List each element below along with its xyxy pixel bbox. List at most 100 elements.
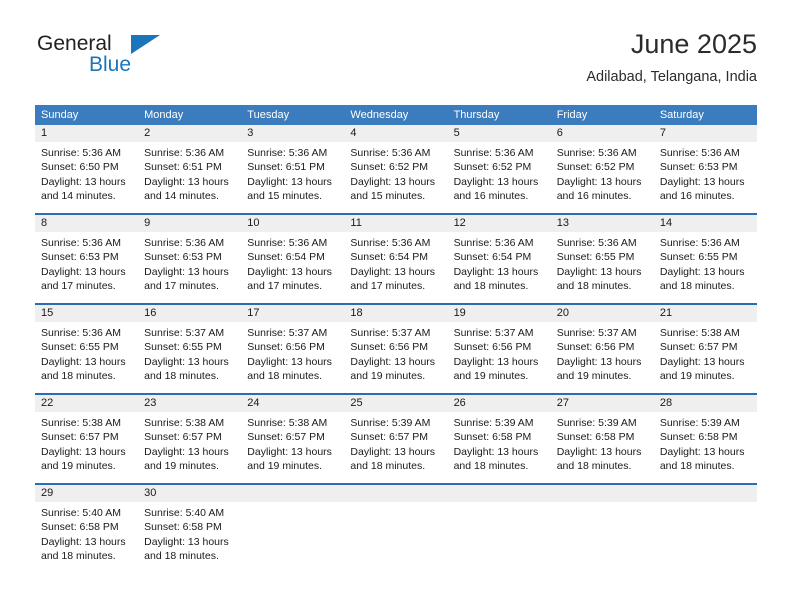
daylight-text-line1: Daylight: 13 hours xyxy=(556,265,642,278)
sunrise-text: Sunrise: 5:39 AM xyxy=(659,417,740,429)
day-number-26[interactable]: 26 xyxy=(448,395,551,412)
day-number-3[interactable]: 3 xyxy=(241,125,344,142)
day-cell-16[interactable]: Sunrise: 5:37 AM Sunset: 6:55 PM Daylight:… xyxy=(138,322,241,393)
sunrise-text: Sunrise: 5:36 AM xyxy=(41,327,121,339)
week-date-number-band: 1234567 xyxy=(35,125,757,142)
day-number-5[interactable]: 5 xyxy=(448,125,551,142)
day-cell-4[interactable]: Sunrise: 5:36 AM Sunset: 6:52 PM Daylight:… xyxy=(344,142,447,213)
calendar-week-row: 8 9 10 11 12 13 14 Sunrise: 5:36 AM Sunset: 6:53… xyxy=(35,213,757,303)
day-cell-10[interactable]: Sunrise: 5:36 AM Sunset: 6:54 PM Daylight:… xyxy=(241,232,344,303)
daylight-text-line2: and 19 minutes. xyxy=(247,460,322,473)
day-cell-1[interactable]: Sunrise: 5:36 AM Sunset: 6:50 PM Daylight:… xyxy=(35,142,138,213)
day-cell-11[interactable]: Sunrise: 5:36 AM Sunset: 6:54 PM Daylight:… xyxy=(344,232,447,303)
day-cell-19[interactable]: Sunrise: 5:37 AM Sunset: 6:56 PM Daylight:… xyxy=(448,322,551,393)
day-number-27[interactable]: 27 xyxy=(551,395,654,412)
daylight-text-line2: and 18 minutes. xyxy=(556,460,632,473)
day-cell-28[interactable]: Sunrise: 5:39 AM Sunset: 6:58 PM Daylight:… xyxy=(654,412,757,483)
day-number-9[interactable]: 9 xyxy=(138,215,241,232)
day-header-friday: Friday xyxy=(556,109,588,121)
day-cell-15[interactable]: Sunrise: 5:36 AM Sunset: 6:55 PM Daylight:… xyxy=(35,322,138,393)
day-cell-26[interactable]: Sunrise: 5:39 AM Sunset: 6:58 PM Daylight:… xyxy=(448,412,551,483)
day-number-23[interactable]: 23 xyxy=(138,395,241,412)
day-cell-25[interactable]: Sunrise: 5:39 AM Sunset: 6:57 PM Daylight:… xyxy=(344,412,447,483)
day-number-15[interactable]: 15 xyxy=(35,305,138,322)
day-number-1[interactable]: 1 xyxy=(35,125,138,142)
day-number-14[interactable]: 14 xyxy=(654,215,757,232)
sunrise-text: Sunrise: 5:36 AM xyxy=(350,237,431,249)
day-cell-18[interactable]: Sunrise: 5:37 AM Sunset: 6:56 PM Daylight:… xyxy=(344,322,447,393)
day-number-21[interactable]: 21 xyxy=(654,305,757,322)
day-number-20[interactable]: 20 xyxy=(551,305,654,322)
day-cell-14[interactable]: Sunrise: 5:36 AM Sunset: 6:55 PM Daylight:… xyxy=(654,232,757,303)
day-number-6[interactable]: 6 xyxy=(551,125,654,142)
daylight-text-line1: Daylight: 13 hours xyxy=(556,355,642,368)
day-cell-8[interactable]: Sunrise: 5:36 AM Sunset: 6:53 PM Daylight:… xyxy=(35,232,138,303)
day-cell-2[interactable]: Sunrise: 5:36 AM Sunset: 6:51 PM Daylight:… xyxy=(138,142,241,213)
day-cell-7[interactable]: Sunrise: 5:36 AM Sunset: 6:53 PM Daylight:… xyxy=(654,142,757,213)
day-cell-20[interactable]: Sunrise: 5:37 AM Sunset: 6:56 PM Daylight:… xyxy=(551,322,654,393)
day-cell-29[interactable]: Sunrise: 5:40 AM Sunset: 6:58 PM Daylight:… xyxy=(35,502,138,573)
day-number-25[interactable]: 25 xyxy=(344,395,447,412)
daylight-text-line1: Daylight: 13 hours xyxy=(144,355,229,368)
day-cell-27[interactable]: Sunrise: 5:39 AM Sunset: 6:58 PM Daylight:… xyxy=(551,412,654,483)
sunrise-text: Sunrise: 5:36 AM xyxy=(453,237,534,249)
day-number-4[interactable]: 4 xyxy=(344,125,447,142)
daylight-text-line2: and 19 minutes. xyxy=(41,460,116,473)
daylight-text-line1: Daylight: 13 hours xyxy=(247,355,332,368)
day-number-10[interactable]: 10 xyxy=(241,215,344,232)
day-number-29[interactable]: 29 xyxy=(35,485,138,502)
week-detail-band: Sunrise: 5:38 AM Sunset: 6:57 PM Daylight:… xyxy=(35,412,757,483)
day-number-7[interactable]: 7 xyxy=(654,125,757,142)
day-cell-21[interactable]: Sunrise: 5:38 AM Sunset: 6:57 PM Daylight:… xyxy=(654,322,757,393)
day-cell-22[interactable]: Sunrise: 5:38 AM Sunset: 6:57 PM Daylight:… xyxy=(35,412,138,483)
day-cell-9[interactable]: Sunrise: 5:36 AM Sunset: 6:53 PM Daylight:… xyxy=(138,232,241,303)
day-cell-3[interactable]: Sunrise: 5:36 AM Sunset: 6:51 PM Daylight:… xyxy=(241,142,344,213)
day-number-11[interactable]: 11 xyxy=(344,215,447,232)
sunset-text: Sunset: 6:53 PM xyxy=(144,251,222,264)
sunset-text: Sunset: 6:57 PM xyxy=(144,431,222,444)
day-cell-6[interactable]: Sunrise: 5:36 AM Sunset: 6:52 PM Daylight:… xyxy=(551,142,654,213)
day-number-19[interactable]: 19 xyxy=(448,305,551,322)
day-header-tuesday: Tuesday xyxy=(247,109,290,121)
week-detail-band: Sunrise: 5:36 AM Sunset: 6:55 PM Daylight:… xyxy=(35,322,757,393)
sunrise-text: Sunrise: 5:36 AM xyxy=(350,147,431,159)
sunset-text: Sunset: 6:57 PM xyxy=(247,431,325,444)
day-number-12[interactable]: 12 xyxy=(448,215,551,232)
day-number-13[interactable]: 13 xyxy=(551,215,654,232)
day-cell-empty xyxy=(654,502,757,573)
week-date-number-band: 29 30 xyxy=(35,485,757,502)
day-number-16[interactable]: 16 xyxy=(138,305,241,322)
day-cell-30[interactable]: Sunrise: 5:40 AM Sunset: 6:58 PM Daylight:… xyxy=(138,502,241,573)
daylight-text-line2: and 18 minutes. xyxy=(453,460,529,473)
day-cell-24[interactable]: Sunrise: 5:38 AM Sunset: 6:57 PM Daylight:… xyxy=(241,412,344,483)
day-number-24[interactable]: 24 xyxy=(241,395,344,412)
sunset-text: Sunset: 6:56 PM xyxy=(556,341,635,354)
day-number-28[interactable]: 28 xyxy=(654,395,757,412)
day-cell-17[interactable]: Sunrise: 5:37 AM Sunset: 6:56 PM Daylight:… xyxy=(241,322,344,393)
sunset-text: Sunset: 6:55 PM xyxy=(144,341,222,354)
sunset-text: Sunset: 6:51 PM xyxy=(144,161,222,174)
day-cell-23[interactable]: Sunrise: 5:38 AM Sunset: 6:57 PM Daylight:… xyxy=(138,412,241,483)
day-cell-12[interactable]: Sunrise: 5:36 AM Sunset: 6:54 PM Daylight:… xyxy=(448,232,551,303)
day-number-17[interactable]: 17 xyxy=(241,305,344,322)
daylight-text-line2: and 19 minutes. xyxy=(350,370,426,383)
day-number-22[interactable]: 22 xyxy=(35,395,138,412)
day-number-30[interactable]: 30 xyxy=(138,485,241,502)
sunset-text: Sunset: 6:54 PM xyxy=(247,251,325,264)
day-number-8[interactable]: 8 xyxy=(35,215,138,232)
sunrise-text: Sunrise: 5:36 AM xyxy=(247,237,328,249)
daylight-text-line2: and 17 minutes. xyxy=(41,280,116,293)
daylight-text-line1: Daylight: 13 hours xyxy=(144,175,229,188)
general-blue-logo[interactable]: General Blue xyxy=(35,32,265,90)
sunset-text: Sunset: 6:56 PM xyxy=(453,341,532,354)
day-cell-13[interactable]: Sunrise: 5:36 AM Sunset: 6:55 PM Daylight:… xyxy=(551,232,654,303)
sunset-text: Sunset: 6:53 PM xyxy=(41,251,119,264)
day-number-2[interactable]: 2 xyxy=(138,125,241,142)
daylight-text-line2: and 18 minutes. xyxy=(350,460,426,473)
day-cell-empty xyxy=(448,502,551,573)
day-number-18[interactable]: 18 xyxy=(344,305,447,322)
sunrise-text: Sunrise: 5:39 AM xyxy=(350,417,431,429)
daylight-text-line1: Daylight: 13 hours xyxy=(41,445,126,458)
day-cell-5[interactable]: Sunrise: 5:36 AM Sunset: 6:52 PM Daylight:… xyxy=(448,142,551,213)
sunrise-text: Sunrise: 5:38 AM xyxy=(144,417,225,429)
